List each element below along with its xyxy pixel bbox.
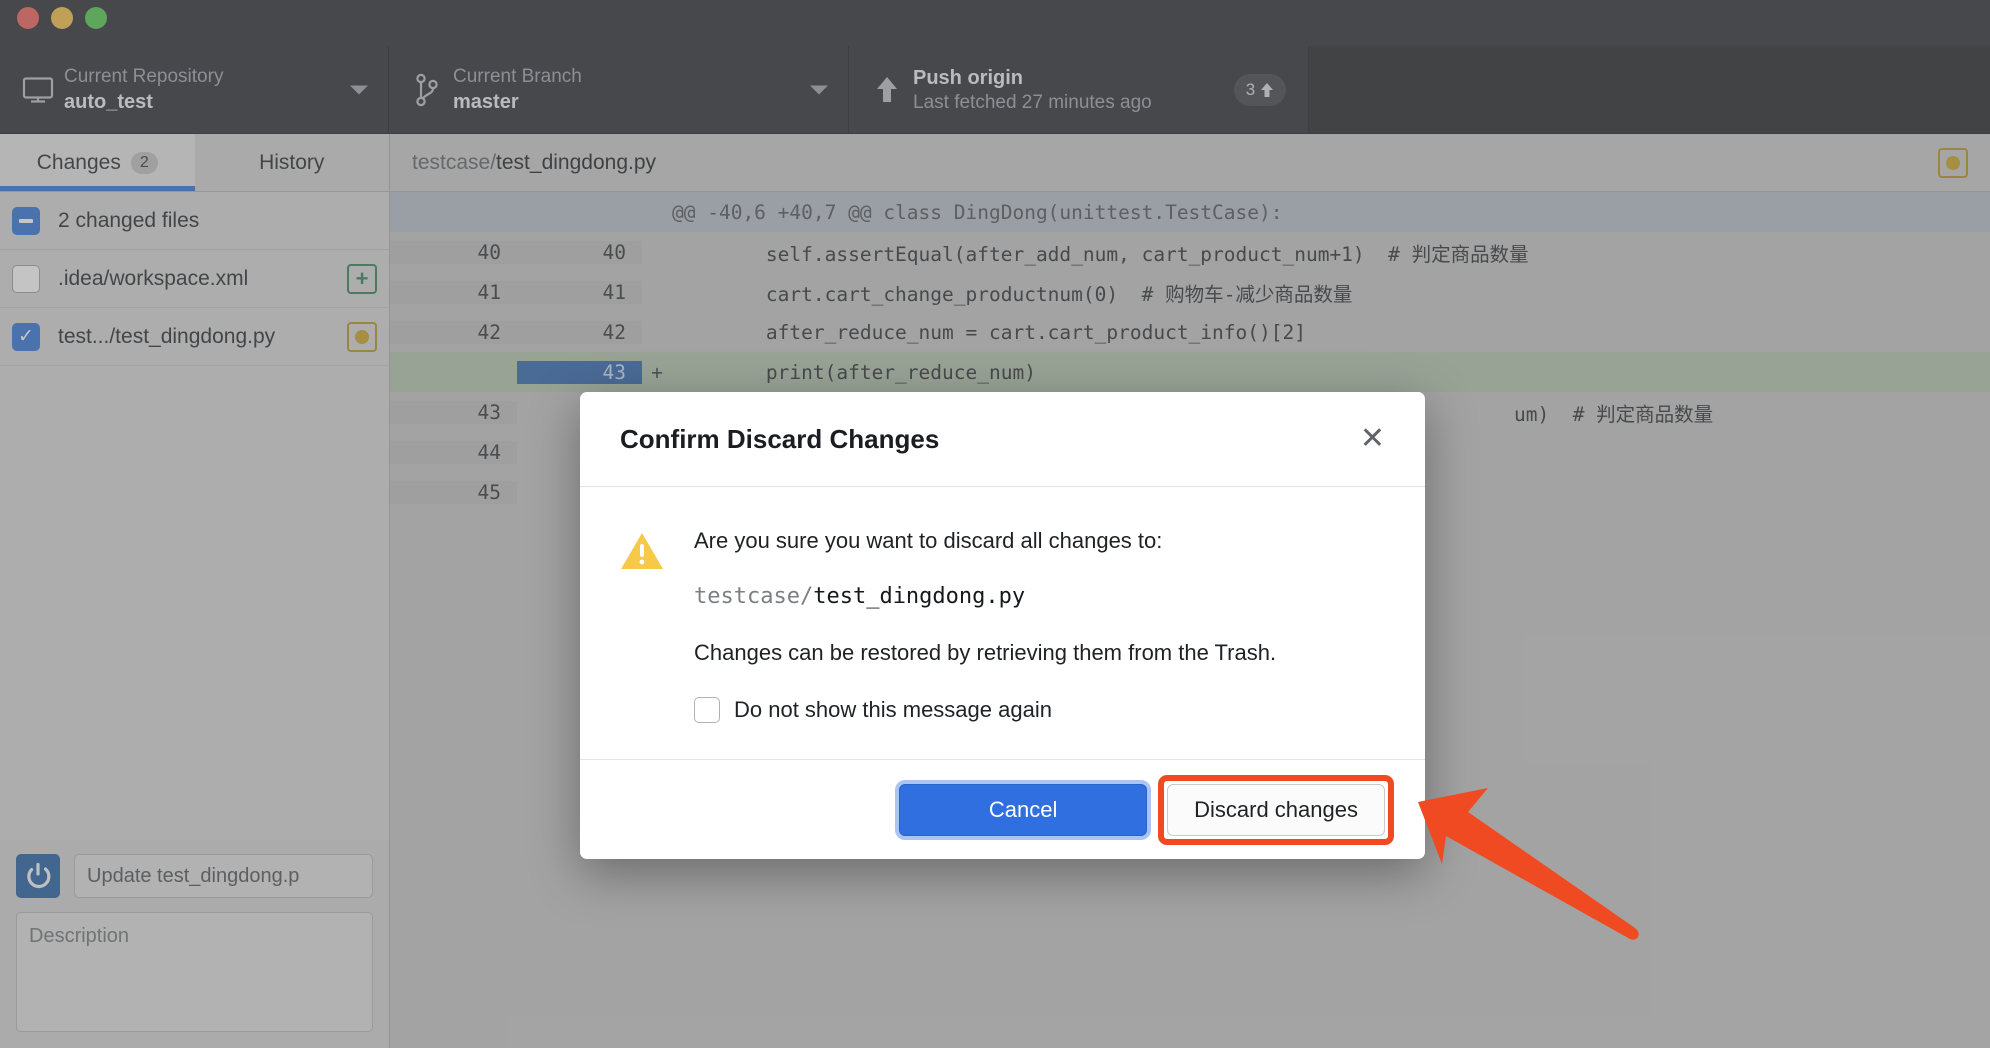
close-icon[interactable]: ✕ [1360, 424, 1385, 454]
dont-show-again-checkbox[interactable] [694, 697, 720, 723]
discard-changes-button[interactable]: Discard changes [1167, 783, 1385, 836]
dialog-footer: Cancel Discard changes [580, 759, 1425, 859]
cancel-button[interactable]: Cancel [899, 783, 1148, 836]
warning-triangle-icon [620, 527, 664, 723]
dialog-question: Are you sure you want to discard all cha… [694, 528, 1163, 553]
dialog-texts: Are you sure you want to discard all cha… [694, 527, 1385, 723]
github-desktop-window: Current Repository auto_test Current Bra… [0, 0, 1990, 1048]
dialog-body: Are you sure you want to discard all cha… [580, 487, 1425, 759]
dialog-note: Changes can be restored by retrieving th… [694, 640, 1277, 665]
dont-show-again-row[interactable]: Do not show this message again [694, 697, 1385, 723]
dialog-path-file: test_dingdong.py [813, 584, 1026, 609]
discard-changes-button-wrapper: Discard changes [1158, 774, 1394, 845]
page-title: Confirm Discard Changes [620, 423, 940, 454]
dialog-path-dir: testcase/ [694, 584, 814, 609]
dialog-header: Confirm Discard Changes ✕ [580, 392, 1425, 487]
dont-show-again-label: Do not show this message again [734, 697, 1052, 722]
confirm-discard-dialog: Confirm Discard Changes ✕ Are you sure y… [580, 392, 1425, 859]
dialog-file-path: testcase/test_dingdong.py [694, 583, 1385, 611]
